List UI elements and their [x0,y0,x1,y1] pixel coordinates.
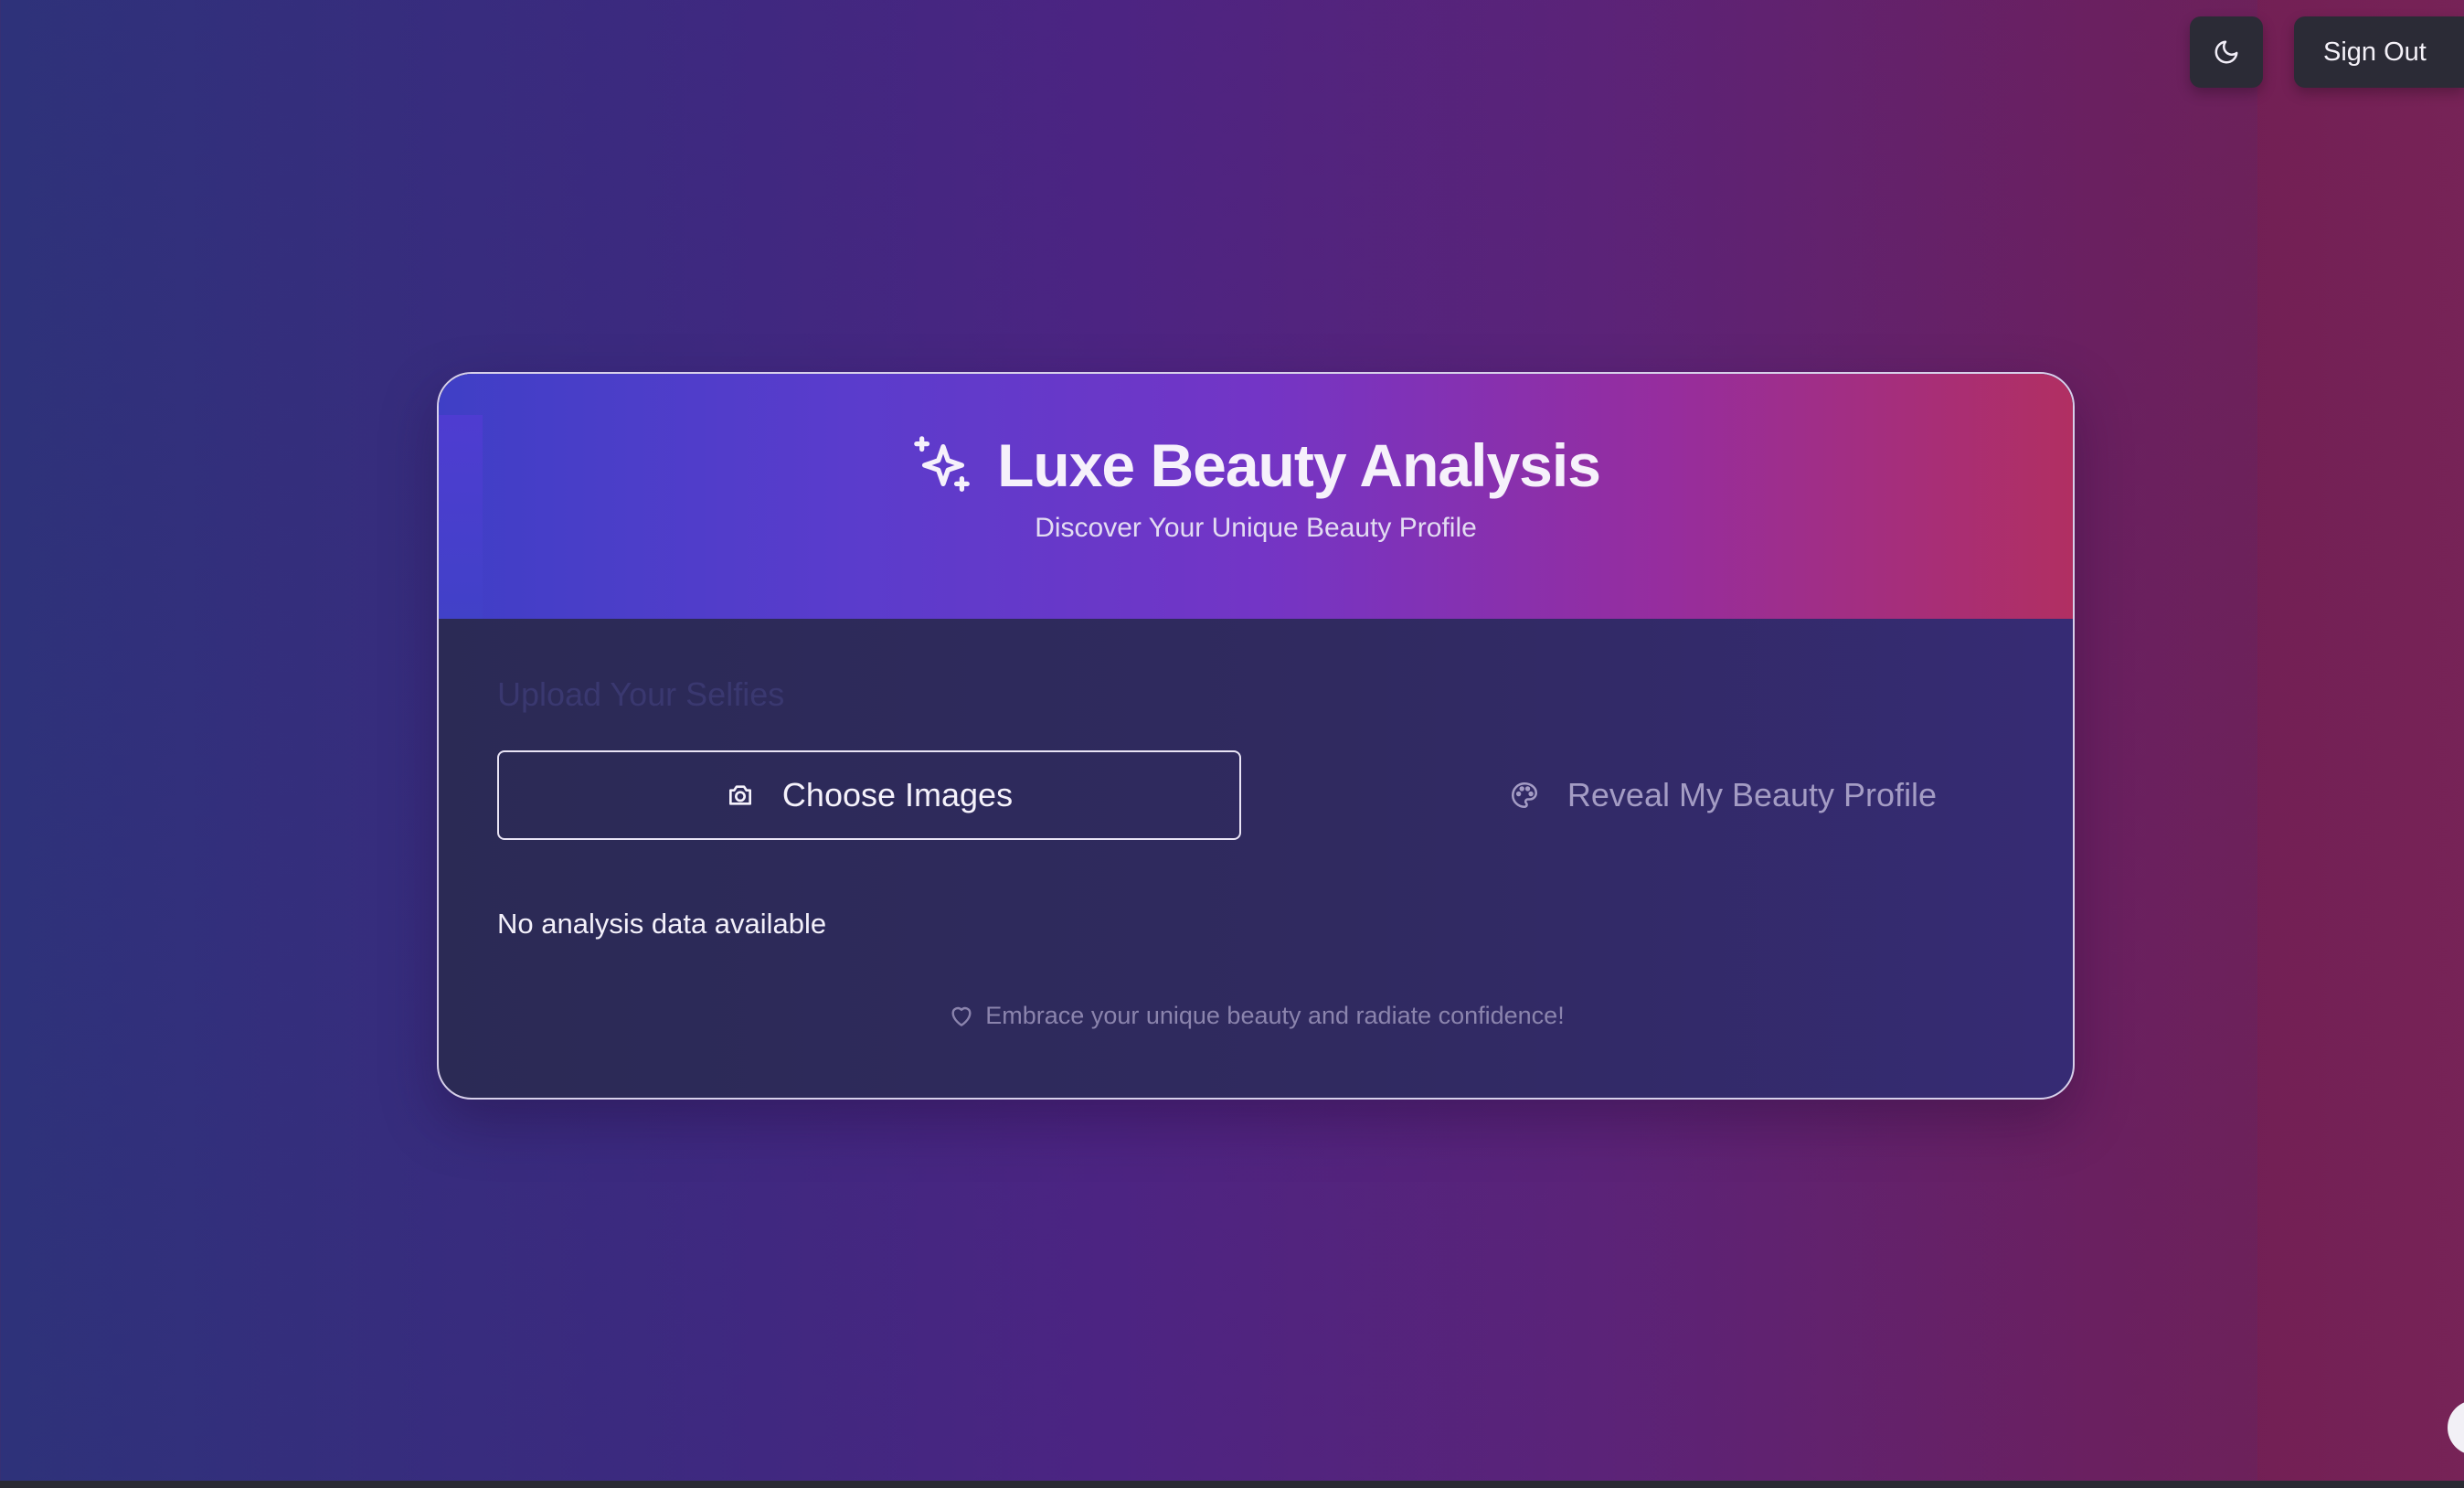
background-strip [2257,0,2464,1488]
upload-label: Upload Your Selfies [497,675,785,713]
choose-images-label: Choose Images [781,776,1014,813]
bottom-bar [0,1481,2464,1488]
sparkles-icon [914,436,970,492]
card-header: Luxe Beauty Analysis Discover Your Uniqu… [439,374,2073,619]
choose-images-button[interactable]: Choose Images [497,750,1241,840]
camera-icon [728,785,751,805]
footer-note: Embrace your unique beauty and radiate c… [439,1001,2073,1030]
page-subtitle: Discover Your Unique Beauty Profile [1035,513,1477,543]
title-row: Luxe Beauty Analysis [911,430,1601,500]
top-actions: Sign Out [2190,16,2464,88]
footer-note-text: Embrace your unique beauty and radiate c… [985,1001,1565,1029]
header-edge-decoration [439,415,483,619]
reveal-profile-button[interactable]: Reveal My Beauty Profile [1426,750,2020,840]
heart-icon [951,1006,972,1026]
palette-icon [1511,781,1537,809]
reveal-profile-label: Reveal My Beauty Profile [1567,776,1938,813]
moon-icon [2214,40,2238,64]
sign-out-button[interactable]: Sign Out [2294,16,2464,88]
no-data-message: No analysis data available [497,908,827,940]
analysis-card: Luxe Beauty Analysis Discover Your Uniqu… [437,372,2075,1100]
page-title: Luxe Beauty Analysis [997,431,1601,499]
theme-toggle-button[interactable] [2190,16,2263,88]
